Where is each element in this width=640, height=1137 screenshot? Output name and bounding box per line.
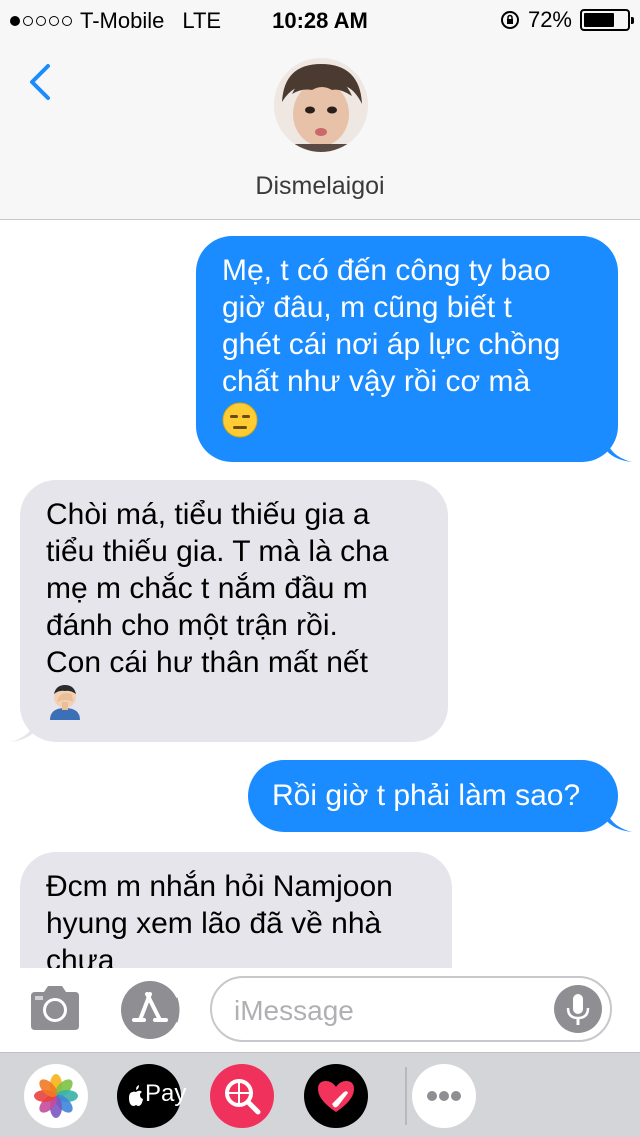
conversation-header: Dismelaigoi	[0, 40, 640, 220]
message-line: Rồi giờ t phải làm sao?	[272, 779, 581, 812]
chevron-left-icon[interactable]	[22, 60, 62, 104]
photos-icon[interactable]	[24, 1064, 88, 1128]
message-line: chất như vậy rồi cơ mà	[222, 365, 531, 398]
app-drawer: Pay	[0, 1052, 640, 1137]
battery-level	[584, 13, 615, 27]
incoming-message[interactable]: Đcm m nhắn hỏi Namjoon hyung xem lão đã …	[20, 852, 452, 968]
message-line: Đcm m nhắn hỏi Namjoon	[46, 870, 393, 903]
apple-pay-icon[interactable]: Pay	[117, 1064, 186, 1128]
microphone-button[interactable]	[554, 985, 602, 1033]
battery-icon	[580, 9, 634, 31]
digital-touch-icon[interactable]	[304, 1064, 368, 1128]
message-input-field[interactable]	[210, 976, 612, 1042]
search-images-icon[interactable]	[210, 1064, 274, 1128]
message-line: giờ đâu, m cũng biết t	[222, 291, 512, 324]
message-line: chưa	[46, 944, 115, 968]
contact-name[interactable]: Dismelaigoi	[0, 172, 640, 201]
message-line: Con cái hư thân mất nết	[46, 646, 368, 679]
avatar[interactable]	[274, 58, 368, 152]
app-store-icon[interactable]	[120, 980, 180, 1040]
message-line: ghét cái nơi áp lực chồng	[222, 328, 561, 361]
drawer-divider	[405, 1067, 407, 1125]
camera-icon[interactable]	[27, 982, 83, 1032]
man-facepalming-icon	[50, 685, 80, 721]
rotation-lock-icon	[500, 11, 519, 29]
message-list[interactable]: Mẹ, t có đến công ty bao giờ đâu, m cũng…	[0, 220, 640, 968]
apple-pay-label: Pay	[145, 1080, 187, 1107]
message-line: hyung xem lão đã về nhà	[46, 907, 382, 940]
outgoing-bubble-tail	[606, 806, 632, 832]
expressionless-face-icon	[222, 402, 258, 438]
outgoing-bubble-tail	[606, 436, 632, 462]
microphone-icon	[566, 994, 590, 1025]
message-line: Mẹ, t có đến công ty bao	[222, 254, 551, 287]
message-line: tiểu thiếu gia. T mà là cha	[46, 535, 389, 568]
message-line: mẹ m chắc t nắm đầu m	[46, 572, 368, 605]
incoming-message[interactable]: Chòi má, tiểu thiếu gia a tiểu thiếu gia…	[20, 480, 448, 742]
message-line: Chòi má, tiểu thiếu gia a	[46, 498, 370, 531]
battery-percent: 72%	[527, 7, 572, 32]
status-bar: T-Mobile LTE 10:28 AM 72%	[0, 0, 640, 40]
outgoing-message[interactable]: Mẹ, t có đến công ty bao giờ đâu, m cũng…	[196, 236, 618, 462]
outgoing-message[interactable]: Rồi giờ t phải làm sao?	[248, 760, 618, 832]
message-line: đánh cho một trận rồi.	[46, 609, 338, 642]
status-right: 72%	[500, 7, 634, 33]
contact-photo	[274, 58, 368, 152]
incoming-bubble-tail	[10, 716, 36, 742]
more-icon[interactable]	[412, 1064, 476, 1128]
message-input[interactable]	[232, 990, 556, 1032]
compose-bar	[0, 968, 640, 1052]
